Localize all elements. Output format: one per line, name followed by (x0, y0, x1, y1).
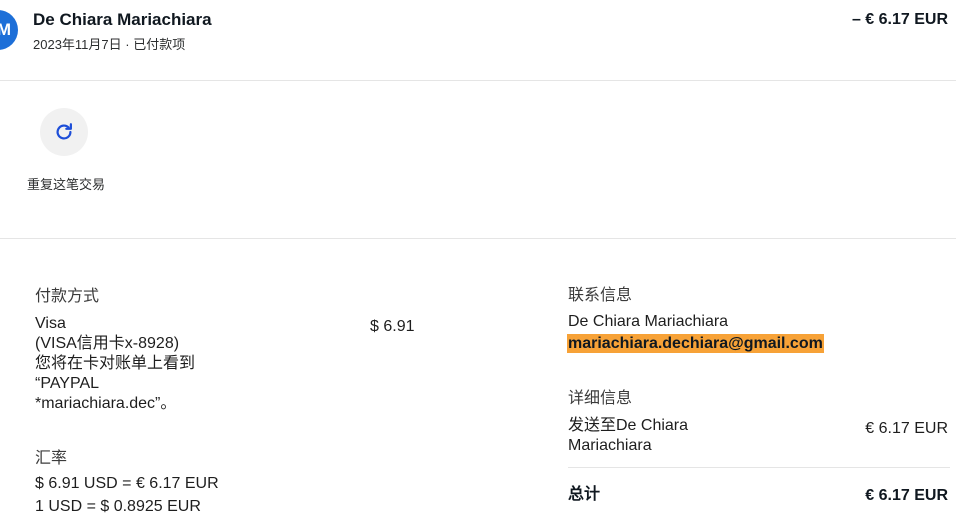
sent-amount: € 6.17 EUR (865, 420, 948, 437)
sent-to-line: Mariachiara (568, 437, 652, 454)
header-divider (0, 80, 956, 81)
exchange-rate-unit: 1 USD = $ 0.8925 EUR (35, 498, 201, 515)
refresh-icon (56, 123, 72, 140)
contact-info-title: 联系信息 (568, 287, 633, 304)
contact-email[interactable]: mariachiara.dechiara@gmail.com (567, 334, 824, 353)
exchange-rate-conversion: $ 6.91 USD = € 6.17 EUR (35, 475, 219, 492)
transaction-amount: – € 6.17 EUR (851, 11, 948, 28)
payment-method-line: (VISA信用卡x-8928) (35, 335, 180, 352)
avatar: M (0, 10, 18, 50)
payment-method-amount: $ 6.91 (370, 318, 415, 335)
actions-divider (0, 238, 956, 239)
payment-method-title: 付款方式 (35, 288, 100, 305)
contact-name: De Chiara Mariachiara (568, 313, 729, 330)
avatar-initial: M (0, 20, 11, 39)
contact-email-wrap: mariachiara.dechiara@gmail.com (567, 334, 824, 354)
sent-to-line: 发送至De Chiara (568, 417, 689, 434)
exchange-rate-title: 汇率 (35, 450, 68, 467)
total-label: 总计 (568, 486, 601, 503)
details-title: 详细信息 (568, 390, 633, 407)
transaction-date-status: 2023年11月7日 · 已付款项 (33, 37, 186, 52)
payment-method-line: “PAYPAL (35, 375, 100, 392)
details-divider (568, 467, 950, 468)
payment-method-line: *mariachiara.dec”。 (35, 395, 177, 412)
payment-method-line: Visa (35, 315, 66, 332)
payment-method-line: 您将在卡对账单上看到 (35, 355, 196, 372)
sent-to-label: 发送至De Chiara Mariachiara (568, 416, 688, 456)
counterparty-name: De Chiara Mariachiara (33, 10, 212, 29)
payment-method-details: Visa (VISA信用卡x-8928) 您将在卡对账单上看到 “PAYPAL … (35, 314, 335, 414)
total-amount: € 6.17 EUR (865, 487, 948, 504)
repeat-transaction-label[interactable]: 重复这笔交易 (26, 176, 106, 194)
repeat-transaction-button[interactable] (40, 108, 88, 156)
